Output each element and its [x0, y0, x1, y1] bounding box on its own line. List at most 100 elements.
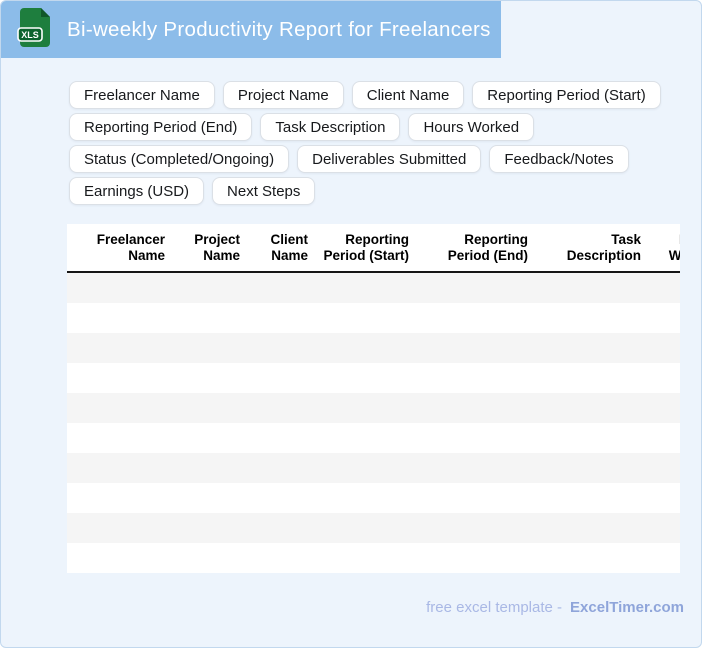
table-cell [528, 423, 641, 453]
table-cell [409, 483, 528, 513]
chip-next-steps[interactable]: Next Steps [212, 177, 316, 205]
table-cell [240, 483, 308, 513]
table-cell [240, 453, 308, 483]
table-cell [528, 453, 641, 483]
table-cell [528, 543, 641, 573]
table-row [67, 423, 680, 453]
xls-icon-label: XLS [21, 30, 39, 40]
table-cell [308, 333, 409, 363]
table-cell [308, 303, 409, 333]
table-row [67, 513, 680, 543]
table-cell [165, 393, 240, 423]
chip-earnings-usd[interactable]: Earnings (USD) [69, 177, 205, 205]
table-cell [67, 453, 165, 483]
preview-table-head: Freelancer Name Project Name Client Name Re… [67, 224, 680, 273]
table-cell [67, 272, 165, 303]
table-cell [641, 333, 680, 363]
table-row [67, 393, 680, 423]
template-preview-page: XLS Bi-weekly Productivity Report for Fr… [0, 0, 702, 648]
chip-row: Earnings (USD) Next Steps [69, 177, 679, 205]
table-cell [67, 513, 165, 543]
table-cell [308, 272, 409, 303]
table-cell [308, 453, 409, 483]
table-row [67, 453, 680, 483]
table-row [67, 543, 680, 573]
table-header-freelancer-name: Freelancer Name [67, 224, 165, 273]
table-cell [409, 453, 528, 483]
table-cell [165, 423, 240, 453]
table-cell [308, 513, 409, 543]
table-cell [308, 363, 409, 393]
chip-hours-worked[interactable]: Hours Worked [408, 113, 535, 141]
table-cell [308, 393, 409, 423]
table-row [67, 272, 680, 303]
table-cell [528, 393, 641, 423]
brand-link[interactable]: ExcelTimer.com [570, 599, 684, 616]
table-cell [165, 513, 240, 543]
table-cell [641, 363, 680, 393]
chip-row: Reporting Period (End) Task Description Ho… [69, 113, 679, 141]
table-cell [641, 483, 680, 513]
table-header-reporting-period-start: Reporting Period (Start) [308, 224, 409, 273]
table-cell [409, 363, 528, 393]
preview-table: Freelancer Name Project Name Client Name Re… [67, 224, 680, 573]
table-cell [165, 272, 240, 303]
table-row [67, 363, 680, 393]
chip-task-description[interactable]: Task Description [260, 113, 401, 141]
spreadsheet-preview: Freelancer Name Project Name Client Name Re… [67, 224, 680, 573]
chip-row: Freelancer Name Project Name Client Name Re… [69, 81, 679, 109]
table-cell [240, 303, 308, 333]
table-cell [641, 453, 680, 483]
table-cell [240, 272, 308, 303]
table-cell [528, 483, 641, 513]
xls-file-icon: XLS [17, 7, 51, 53]
chip-client-name[interactable]: Client Name [351, 81, 465, 109]
table-cell [240, 543, 308, 573]
footer-credit: free excel template - ExcelTimer.com [426, 599, 684, 616]
chip-freelancer-name[interactable]: Freelancer Name [69, 81, 215, 109]
table-cell [641, 543, 680, 573]
table-cell [165, 453, 240, 483]
chip-reporting-period-end[interactable]: Reporting Period (End) [69, 113, 253, 141]
footer-text: free excel template - [426, 599, 563, 616]
table-cell [165, 543, 240, 573]
table-header-hours-worked: Hours Worked [641, 224, 680, 273]
chip-deliverables-submitted[interactable]: Deliverables Submitted [297, 145, 482, 173]
chip-feedback-notes[interactable]: Feedback/Notes [489, 145, 629, 173]
chip-reporting-period-start[interactable]: Reporting Period (Start) [472, 81, 661, 109]
header-bar: XLS Bi-weekly Productivity Report for Fr… [1, 1, 501, 58]
table-cell [308, 423, 409, 453]
chip-status-completed-ongoing[interactable]: Status (Completed/Ongoing) [69, 145, 290, 173]
table-row [67, 303, 680, 333]
table-header-client-name: Client Name [240, 224, 308, 273]
table-cell [240, 513, 308, 543]
table-cell [528, 272, 641, 303]
table-header-reporting-period-end: Reporting Period (End) [409, 224, 528, 273]
table-cell [165, 333, 240, 363]
table-cell [67, 393, 165, 423]
table-cell [528, 513, 641, 543]
table-cell [240, 393, 308, 423]
preview-table-body [67, 272, 680, 573]
table-cell [409, 303, 528, 333]
table-header-project-name: Project Name [165, 224, 240, 273]
table-cell [165, 483, 240, 513]
table-cell [67, 483, 165, 513]
chip-project-name[interactable]: Project Name [222, 81, 344, 109]
table-cell [240, 333, 308, 363]
table-cell [67, 303, 165, 333]
page-title: Bi-weekly Productivity Report for Freela… [67, 17, 491, 41]
table-cell [67, 333, 165, 363]
table-cell [67, 543, 165, 573]
table-row [67, 333, 680, 363]
table-row [67, 483, 680, 513]
table-cell [165, 303, 240, 333]
table-cell [641, 393, 680, 423]
table-header-task-description: Task Description [528, 224, 641, 273]
table-cell [641, 272, 680, 303]
table-header-row: Freelancer Name Project Name Client Name Re… [67, 224, 680, 273]
table-cell [409, 333, 528, 363]
table-cell [165, 363, 240, 393]
table-cell [409, 423, 528, 453]
table-cell [240, 423, 308, 453]
